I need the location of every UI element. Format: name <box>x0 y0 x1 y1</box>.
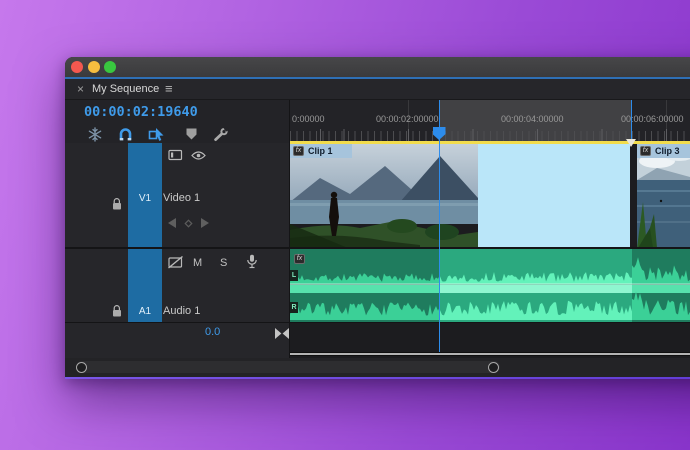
video-clip-selected[interactable] <box>478 143 630 247</box>
desktop-background: × My Sequence ≡ 00:00:02:19640 0:00000 0… <box>0 0 690 450</box>
header-timeline-divider <box>289 100 290 358</box>
panel-menu-icon[interactable]: ≡ <box>165 81 173 96</box>
track-v1-id: V1 <box>138 193 152 204</box>
clip-1-name-bar[interactable]: fx Clip 1 <box>290 143 352 158</box>
sync-lock-icon[interactable] <box>168 149 183 161</box>
fx-badge: fx <box>294 254 305 264</box>
snap-icon[interactable] <box>118 127 134 142</box>
close-panel-icon[interactable]: × <box>77 82 84 96</box>
clip-3-name-bar[interactable]: fx Clip 3 <box>637 143 690 158</box>
fx-badge: fx <box>640 145 651 156</box>
next-keyframe-icon[interactable] <box>201 218 209 228</box>
audio-clip-3[interactable] <box>632 249 690 322</box>
track-video-1-name[interactable]: Video 1 <box>163 192 200 204</box>
panel-tab-bar: × My Sequence ≡ <box>65 79 690 100</box>
scrollbar-right-handle[interactable] <box>488 361 499 373</box>
scrollbar-thumb[interactable] <box>76 361 500 373</box>
sync-lock-off-icon[interactable] <box>168 256 184 269</box>
clip-3-label: Clip 3 <box>655 145 680 156</box>
pan-bowtie-icon[interactable] <box>275 328 289 339</box>
master-track-level-line <box>290 352 690 356</box>
keyframe-navigator <box>168 218 209 228</box>
linked-selection-icon[interactable] <box>148 127 164 142</box>
solo-track-button[interactable]: S <box>220 257 227 269</box>
audio-clip-1-selected-range[interactable] <box>440 249 632 322</box>
work-area-end-line <box>630 100 632 143</box>
previous-keyframe-icon[interactable] <box>168 218 176 228</box>
add-keyframe-icon[interactable] <box>184 218 193 228</box>
timeline-panel: × My Sequence ≡ 00:00:02:19640 0:00000 0… <box>65 79 690 378</box>
tab-my-sequence[interactable]: My Sequence <box>92 83 159 95</box>
playhead-timecode[interactable]: 00:00:02:19640 <box>84 104 198 120</box>
premiere-timeline-window: × My Sequence ≡ 00:00:02:19640 0:00000 0… <box>65 57 690 379</box>
audio-channel-right-badge: R <box>290 302 298 313</box>
audio-clip-1[interactable] <box>290 249 440 322</box>
ruler-label-2s: 00:00:02:00000 <box>376 114 439 124</box>
nest-sequences-icon[interactable] <box>87 127 103 142</box>
ruler-label-0s: 0:00000 <box>292 114 325 124</box>
close-window-button[interactable] <box>71 61 83 73</box>
track-a1-id: A1 <box>138 306 152 317</box>
lock-icon[interactable] <box>111 304 123 318</box>
ruler-label-4s: 00:00:04:00000 <box>501 114 564 124</box>
lock-icon[interactable] <box>111 197 123 211</box>
scrollbar-left-handle[interactable] <box>76 361 87 373</box>
video-clip-3[interactable] <box>637 143 690 247</box>
timeline-settings-wrench-icon[interactable] <box>213 127 229 142</box>
master-gain-value[interactable]: 0.0 <box>205 326 220 338</box>
window-bottom-edge <box>65 377 690 379</box>
zoom-window-button[interactable] <box>104 61 116 73</box>
voiceover-record-mic-icon[interactable] <box>246 254 258 269</box>
video-clip-1[interactable] <box>290 143 478 247</box>
toggle-track-output-eye-icon[interactable] <box>191 150 206 161</box>
minimize-window-button[interactable] <box>88 61 100 73</box>
clip-1-label: Clip 1 <box>308 145 333 156</box>
audio-channel-left-badge: L <box>290 270 298 281</box>
window-titlebar[interactable] <box>65 57 690 77</box>
track-audio-1-name[interactable]: Audio 1 <box>163 305 200 317</box>
horizontal-scrollbar[interactable] <box>65 358 690 377</box>
header-divider <box>65 322 290 323</box>
add-marker-icon[interactable] <box>186 128 202 143</box>
mute-track-button[interactable]: M <box>193 257 202 269</box>
fx-badge: fx <box>293 145 304 156</box>
